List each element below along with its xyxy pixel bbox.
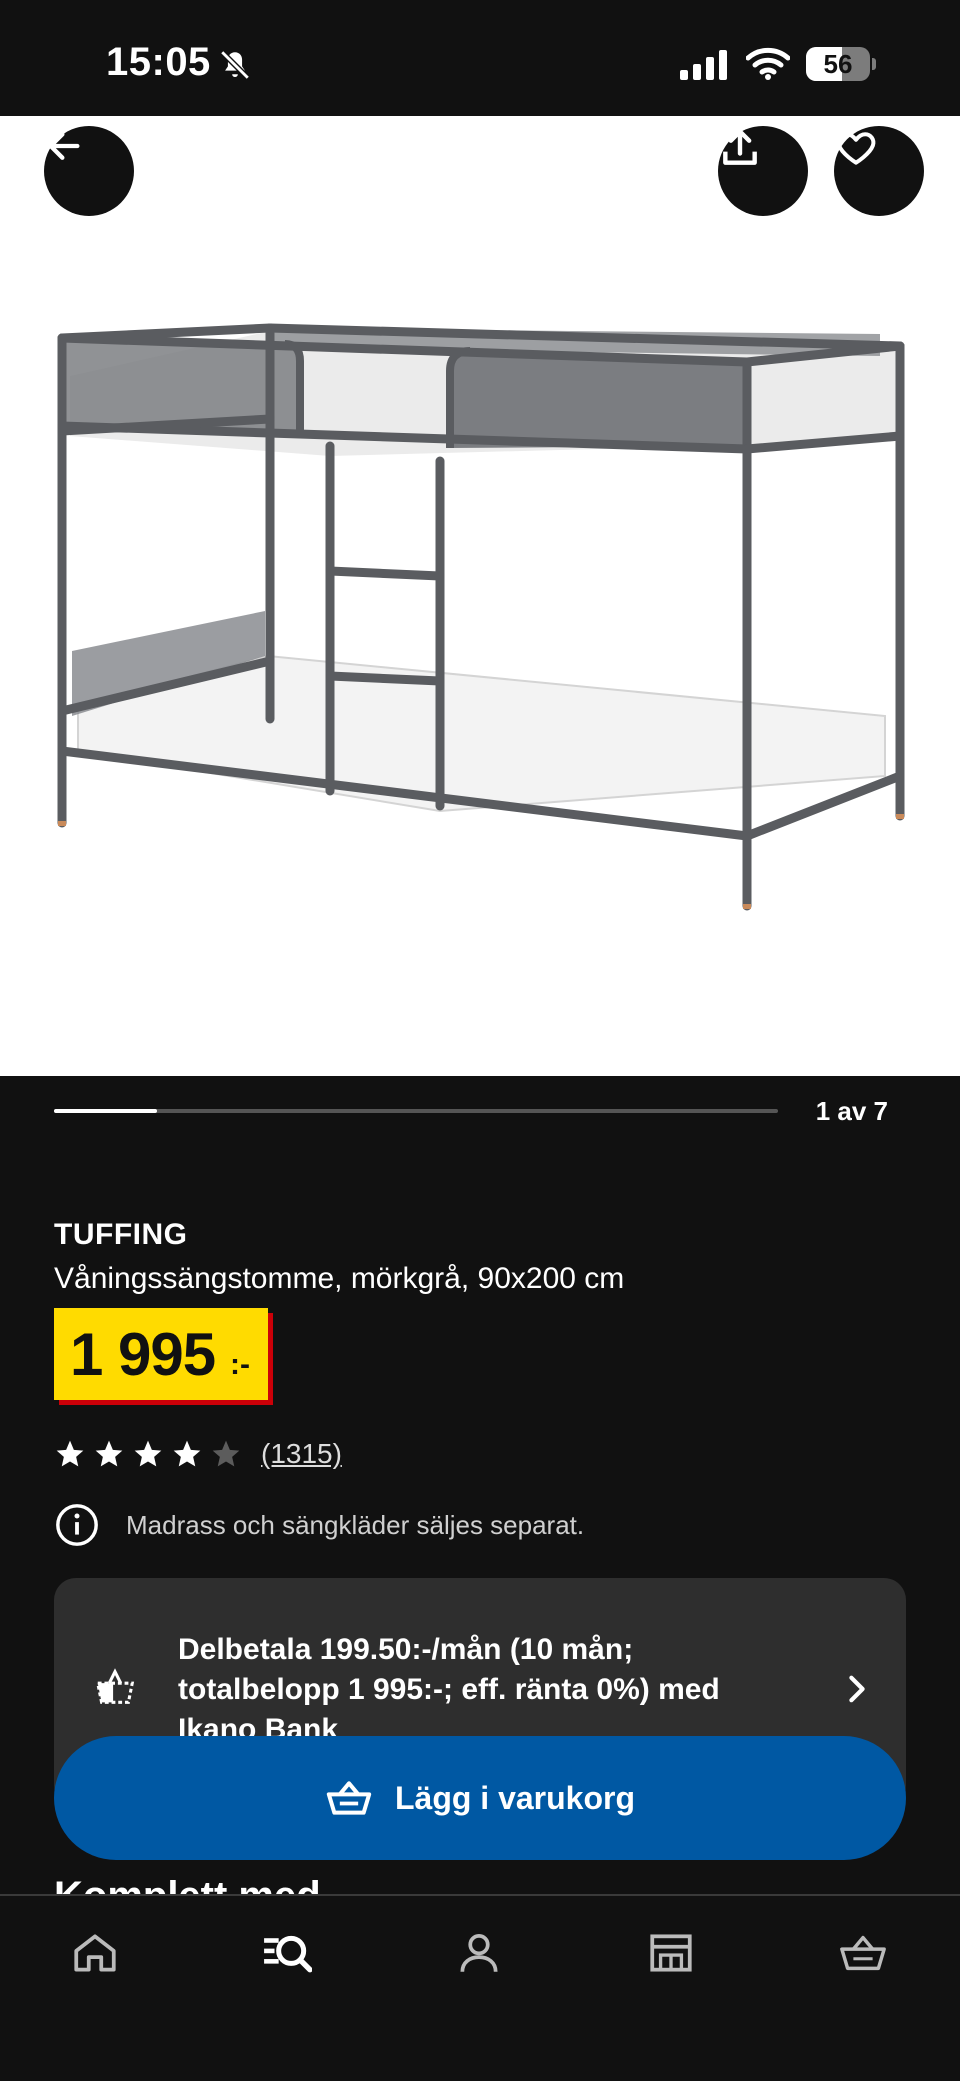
bottom-navigation <box>0 1894 960 2081</box>
product-description: Våningssängstomme, mörkgrå, 90x200 cm <box>54 1262 625 1295</box>
product-name: TUFFING <box>54 1218 188 1251</box>
notice-row: Madrass och sängkläder säljes separat. <box>54 1500 584 1550</box>
search-icon[interactable] <box>262 1928 312 1978</box>
price-suffix: :- <box>230 1348 250 1381</box>
cart-icon <box>326 1781 372 1815</box>
gallery-counter: 1 av 7 <box>815 1096 888 1126</box>
arrow-left-icon <box>48 132 80 160</box>
status-bar: 15:05 56 <box>0 0 960 116</box>
heart-icon <box>836 132 876 165</box>
home-icon[interactable] <box>70 1928 120 1978</box>
share-button[interactable] <box>718 126 808 216</box>
back-button[interactable] <box>44 126 134 216</box>
product-image[interactable] <box>0 116 960 1076</box>
installment-text: Delbetala 199.50:-/mån (10 mån; totalbel… <box>178 1633 720 1746</box>
gallery-progress <box>54 1109 778 1113</box>
star-icon <box>95 1440 123 1467</box>
store-icon[interactable] <box>646 1928 696 1978</box>
battery-indicator: 56 <box>806 47 876 81</box>
add-to-cart-label: Lägg i varukorg <box>394 1779 636 1816</box>
cart-icon[interactable] <box>838 1928 888 1978</box>
installment-basket-icon <box>95 1668 135 1704</box>
wifi-icon <box>746 47 790 80</box>
status-time: 15:05 <box>106 40 211 84</box>
star-icon <box>134 1440 162 1467</box>
star-icon <box>56 1440 84 1467</box>
bunk-bed-illustration <box>57 323 905 911</box>
info-icon <box>56 1504 98 1546</box>
price-value: 1 995 <box>70 1321 216 1388</box>
review-count-link[interactable]: (1315) <box>261 1438 342 1470</box>
gallery-progress-fill <box>54 1109 158 1113</box>
account-icon[interactable] <box>454 1928 504 1978</box>
favorite-button[interactable] <box>834 126 924 216</box>
star-icon <box>173 1440 201 1467</box>
chevron-right-icon <box>849 1675 865 1703</box>
price-tag: 1 995 :- <box>54 1308 268 1400</box>
add-to-cart-button[interactable]: Lägg i varukorg <box>54 1736 906 1860</box>
notice-text: Madrass och sängkläder säljes separat. <box>126 1509 585 1540</box>
section-heading: Komplett med <box>54 1874 321 1894</box>
rating[interactable]: (1315) <box>54 1434 342 1474</box>
battery-level: 56 <box>823 49 853 79</box>
signal-icon <box>680 50 727 80</box>
share-icon <box>723 129 757 165</box>
star-icon <box>212 1440 240 1467</box>
bell-off-icon <box>220 50 250 80</box>
